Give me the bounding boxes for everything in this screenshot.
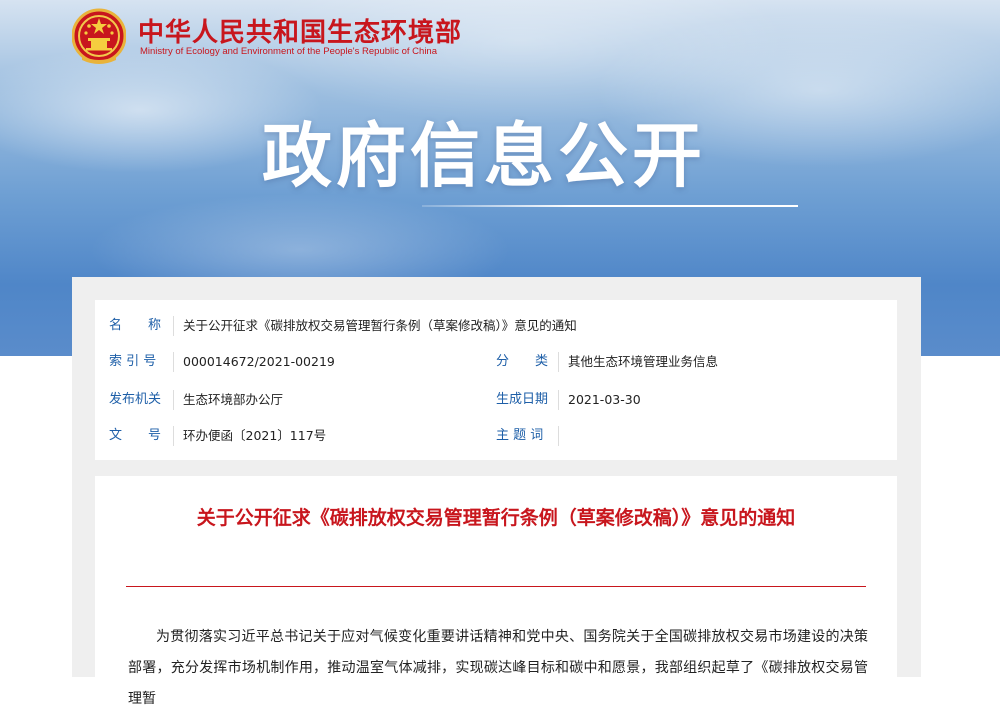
site-title[interactable]: 中华人民共和国生态环境部 xyxy=(138,12,462,49)
meta-value-date: 2021-03-30 xyxy=(568,392,641,407)
meta-label-index: 索 引 号 xyxy=(109,354,157,369)
banner-divider xyxy=(422,205,798,207)
meta-value-name: 关于公开征求《碳排放权交易管理暂行条例（草案修改稿）》意见的通知 xyxy=(183,318,577,333)
meta-value-index: 000014672/2021-00219 xyxy=(183,354,335,369)
meta-row-doc-no: 文 号 环办便函〔2021〕117号 主 题 词 xyxy=(95,418,897,454)
meta-row-index: 索 引 号 000014672/2021-00219 分 类 其他生态环境管理业… xyxy=(95,344,897,380)
title-divider xyxy=(126,586,866,587)
meta-label-issuer: 发布机关 xyxy=(109,392,162,407)
meta-value-doc-no: 环办便函〔2021〕117号 xyxy=(183,428,327,443)
meta-divider xyxy=(173,390,174,410)
meta-label-doc-no: 文 号 xyxy=(109,428,162,443)
meta-row-issuer: 发布机关 生态环境部办公厅 生成日期 2021-03-30 xyxy=(95,382,897,418)
meta-value-category: 其他生态环境管理业务信息 xyxy=(568,354,719,369)
national-emblem-icon[interactable] xyxy=(72,8,126,66)
meta-divider xyxy=(558,390,559,410)
meta-value-issuer: 生态环境部办公厅 xyxy=(183,392,284,407)
meta-divider xyxy=(558,426,559,446)
meta-divider xyxy=(558,352,559,372)
meta-label-name: 名 称 xyxy=(109,318,162,333)
meta-label-category: 分 类 xyxy=(496,354,549,369)
meta-row-name: 名 称 关于公开征求《碳排放权交易管理暂行条例（草案修改稿）》意见的通知 xyxy=(95,308,897,344)
meta-divider xyxy=(173,352,174,372)
site-subtitle[interactable]: Ministry of Ecology and Environment of t… xyxy=(140,46,437,57)
meta-divider xyxy=(173,426,174,446)
document-metadata-table: 名 称 关于公开征求《碳排放权交易管理暂行条例（草案修改稿）》意见的通知 索 引… xyxy=(95,300,897,460)
article-body: 为贯彻落实习近平总书记关于应对气候变化重要讲话精神和党中央、国务院关于全国碳排放… xyxy=(128,629,868,707)
meta-label-subject: 主 题 词 xyxy=(496,428,544,443)
banner-heading: 政府信息公开 xyxy=(262,115,706,197)
article-content: 关于公开征求《碳排放权交易管理暂行条例（草案修改稿）》意见的通知 为贯彻落实习近… xyxy=(95,476,897,707)
meta-label-date: 生成日期 xyxy=(496,392,549,407)
article-title: 关于公开征求《碳排放权交易管理暂行条例（草案修改稿）》意见的通知 xyxy=(196,507,796,529)
meta-divider xyxy=(173,316,174,336)
